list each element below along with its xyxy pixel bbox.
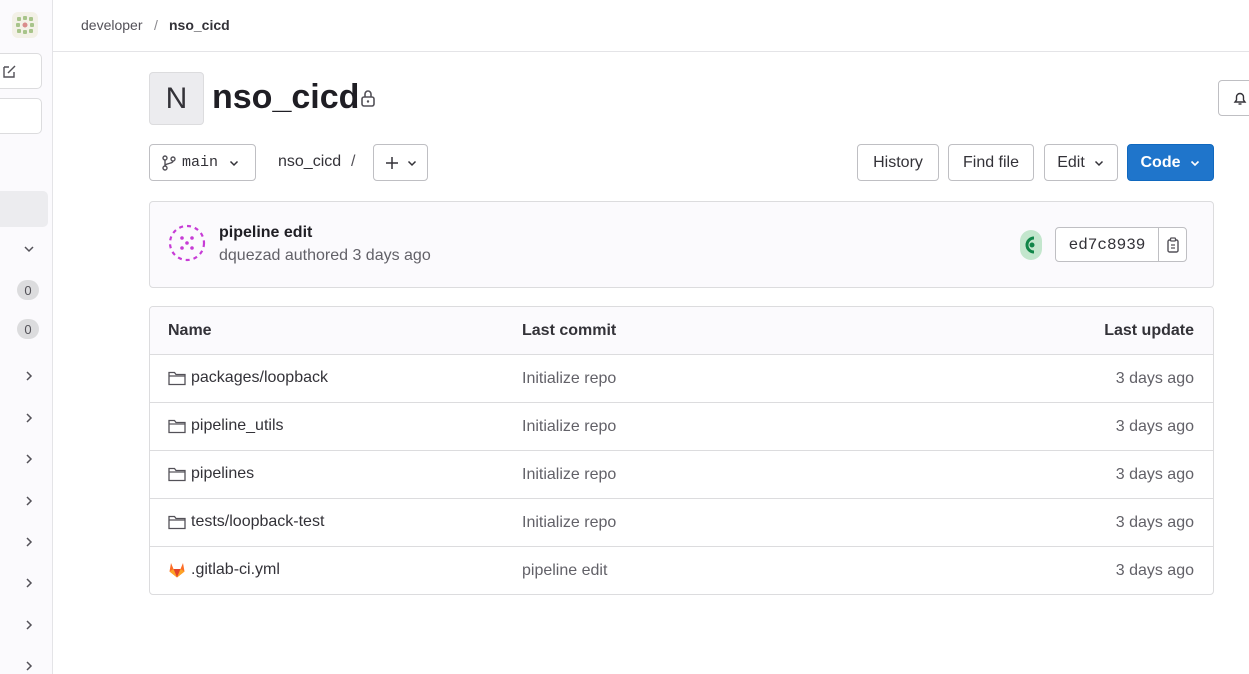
file-last-update: 3 days ago — [1115, 418, 1194, 435]
path-root-link[interactable]: nso_cicd — [278, 153, 341, 171]
folder-icon — [168, 419, 186, 434]
file-name: .gitlab-ci.yml — [191, 561, 280, 578]
file-name: pipelines — [191, 465, 255, 482]
gitlab-file-icon — [169, 563, 185, 578]
folder-icon — [168, 371, 186, 386]
chevron-down-icon — [1094, 160, 1103, 166]
file-last-commit-link[interactable]: Initialize repo — [522, 418, 616, 436]
table-row[interactable]: .gitlab-ci.yml pipeline edit 3 days ago — [150, 547, 1213, 594]
sidebar-count-badge: 0 — [17, 280, 39, 300]
column-header-name: Name — [168, 322, 212, 339]
folder-icon — [168, 467, 186, 482]
branch-name: main — [182, 154, 219, 171]
table-header-row: Name Last commit Last update — [150, 307, 1213, 355]
edit-icon — [3, 65, 16, 78]
file-name-link[interactable]: packages/loopback — [168, 369, 328, 387]
chevron-right-icon[interactable] — [22, 535, 36, 549]
file-last-update: 3 days ago — [1115, 466, 1194, 483]
breadcrumb: developer / nso_cicd — [53, 0, 1249, 52]
breadcrumb-project-link[interactable]: nso_cicd — [169, 17, 230, 33]
file-tree-table: Name Last commit Last update packages/lo… — [149, 306, 1214, 595]
pipeline-status-icon[interactable] — [1020, 230, 1042, 260]
copy-icon — [1166, 236, 1179, 253]
file-name-link[interactable]: .gitlab-ci.yml — [168, 561, 280, 579]
breadcrumb-group-link[interactable]: developer — [81, 17, 143, 33]
table-row[interactable]: pipelines Initialize repo 3 days ago — [150, 451, 1213, 499]
file-name: pipeline_utils — [191, 417, 284, 434]
chevron-right-icon[interactable] — [22, 659, 36, 673]
branch-icon — [162, 154, 176, 171]
lock-icon — [361, 90, 375, 107]
commit-title-link[interactable]: pipeline edit — [219, 224, 312, 242]
file-last-commit-link[interactable]: Initialize repo — [522, 514, 616, 532]
code-button-label: Code — [1140, 153, 1181, 171]
page-title: nso_cicd — [212, 78, 360, 116]
file-name-link[interactable]: pipelines — [168, 465, 254, 483]
bell-icon — [1233, 92, 1247, 105]
new-item-button[interactable] — [0, 53, 42, 89]
chevron-right-icon[interactable] — [22, 576, 36, 590]
column-header-last-update: Last update — [1104, 322, 1194, 339]
chevron-down-icon — [229, 160, 239, 166]
folder-icon — [168, 515, 186, 530]
file-name-link[interactable]: pipeline_utils — [168, 417, 284, 435]
commit-sha-group: ed7c8939 — [1055, 227, 1187, 262]
find-file-button[interactable]: Find file — [948, 144, 1034, 181]
left-sidebar: 0 0 — [0, 0, 53, 674]
sidebar-count-badge: 0 — [17, 319, 39, 339]
code-dropdown-button[interactable]: Code — [1127, 144, 1214, 181]
file-name: tests/loopback-test — [191, 513, 325, 530]
add-to-tree-button[interactable] — [373, 144, 428, 181]
copy-sha-button[interactable] — [1159, 228, 1186, 261]
table-row[interactable]: tests/loopback-test Initialize repo 3 da… — [150, 499, 1213, 547]
table-row[interactable]: pipeline_utils Initialize repo 3 days ag… — [150, 403, 1213, 451]
breadcrumb-separator: / — [154, 17, 158, 33]
column-header-last-commit: Last commit — [522, 322, 617, 339]
chevron-right-icon[interactable] — [22, 618, 36, 632]
file-last-update: 3 days ago — [1115, 370, 1194, 387]
app-logo-icon[interactable] — [12, 12, 38, 38]
last-commit-panel: pipeline edit dquezad authored 3 days ag… — [149, 201, 1214, 288]
table-row[interactable]: packages/loopback Initialize repo 3 days… — [150, 355, 1213, 403]
author-avatar[interactable] — [168, 224, 206, 262]
chevron-right-icon[interactable] — [22, 369, 36, 383]
file-name-link[interactable]: tests/loopback-test — [168, 513, 324, 531]
commit-sha[interactable]: ed7c8939 — [1056, 228, 1159, 261]
plus-icon — [385, 156, 398, 169]
path-separator: / — [351, 153, 356, 170]
history-button[interactable]: History — [857, 144, 939, 181]
commit-author-line: dquezad authored 3 days ago — [219, 247, 431, 264]
search-button[interactable] — [0, 98, 42, 134]
project-avatar: N — [149, 72, 204, 125]
chevron-down-icon[interactable] — [22, 242, 36, 256]
edit-button-label: Edit — [1057, 153, 1085, 171]
notifications-button[interactable] — [1218, 80, 1249, 116]
file-name: packages/loopback — [191, 369, 328, 386]
file-last-commit-link[interactable]: pipeline edit — [522, 562, 607, 580]
chevron-down-icon — [407, 160, 416, 166]
chevron-right-icon[interactable] — [22, 494, 36, 508]
chevron-down-icon — [1190, 160, 1199, 166]
sidebar-item-active[interactable] — [0, 191, 48, 227]
file-last-commit-link[interactable]: Initialize repo — [522, 466, 616, 484]
file-last-commit-link[interactable]: Initialize repo — [522, 370, 616, 388]
file-last-update: 3 days ago — [1115, 562, 1194, 579]
chevron-right-icon[interactable] — [22, 452, 36, 466]
file-last-update: 3 days ago — [1115, 514, 1194, 531]
edit-dropdown-button[interactable]: Edit — [1044, 144, 1118, 181]
chevron-right-icon[interactable] — [22, 411, 36, 425]
branch-selector[interactable]: main — [149, 144, 256, 181]
